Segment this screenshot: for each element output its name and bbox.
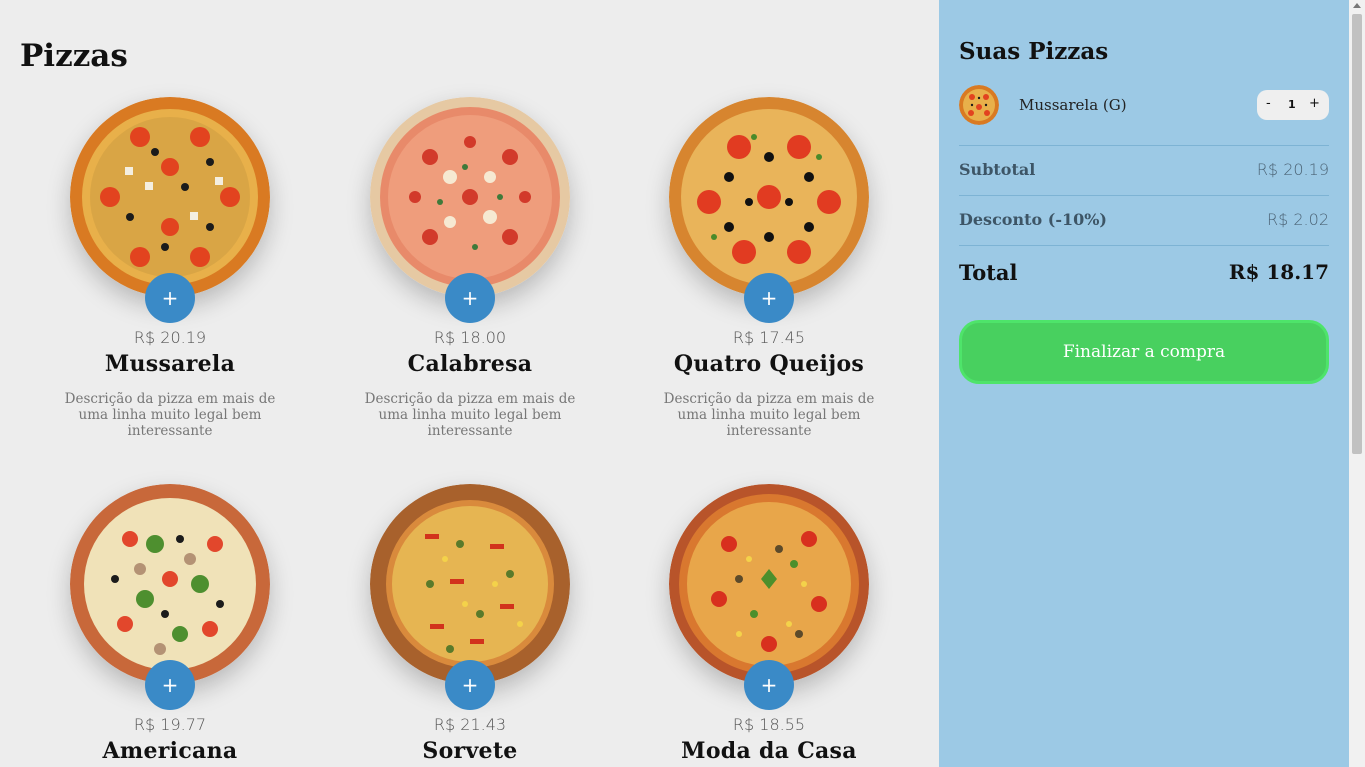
- pizza-price: R$ 20.19: [133, 328, 207, 347]
- pizza-image: [370, 484, 570, 684]
- increase-quantity-button[interactable]: +: [1309, 96, 1320, 111]
- pizza-price: R$ 18.00: [433, 328, 507, 347]
- pizza-card: + R$ 18.55 Moda da Casa: [619, 484, 919, 767]
- subtotal-label: Subtotal: [959, 160, 1036, 179]
- pizza-name: Sorvete: [422, 738, 518, 764]
- page-title: Pizzas: [20, 38, 128, 74]
- pizza-image-wrap: +: [370, 484, 570, 710]
- scroll-up-icon[interactable]: [1353, 3, 1361, 8]
- cart-item: Mussarela (G) - 1 +: [959, 85, 1329, 125]
- pizza-card: + R$ 17.45 Quatro Queijos Descrição da p…: [619, 97, 919, 439]
- add-pizza-button[interactable]: +: [445, 660, 495, 710]
- scrollbar-thumb[interactable]: [1352, 14, 1362, 454]
- pizza-image: [370, 97, 570, 297]
- pizza-menu: Pizzas + R$ 20.19 Mussarela Descrição da…: [0, 0, 939, 767]
- add-pizza-button[interactable]: +: [145, 273, 195, 323]
- pizza-card: + R$ 18.00 Calabresa Descrição da pizza …: [320, 97, 620, 439]
- pizza-description: Descrição da pizza em mais de uma linha …: [364, 391, 576, 439]
- pizza-image: [70, 97, 270, 297]
- quantity-stepper: - 1 +: [1257, 90, 1329, 120]
- add-pizza-button[interactable]: +: [744, 660, 794, 710]
- pizza-name: Americana: [102, 738, 238, 764]
- pizza-price: R$ 17.45: [732, 328, 806, 347]
- pizza-image-wrap: +: [70, 97, 270, 323]
- cart-item-image: [959, 85, 999, 125]
- pizza-image: [669, 97, 869, 297]
- pizza-image: [70, 484, 270, 684]
- scrollbar[interactable]: [1349, 0, 1365, 767]
- subtotal-value: R$ 20.19: [1256, 160, 1329, 179]
- add-pizza-button[interactable]: +: [145, 660, 195, 710]
- pizza-image-wrap: +: [70, 484, 270, 710]
- quantity-value: 1: [1288, 98, 1296, 111]
- pizza-price: R$ 19.77: [133, 715, 207, 734]
- cart-sidebar: Suas Pizzas Mussarela (G) - 1 + Subtotal…: [939, 0, 1349, 767]
- divider: [959, 195, 1329, 196]
- pizza-card: + R$ 19.77 Americana: [20, 484, 320, 767]
- add-pizza-button[interactable]: +: [744, 273, 794, 323]
- pizza-image-wrap: +: [669, 97, 869, 323]
- discount-label: Desconto (-10%): [959, 210, 1107, 229]
- pizza-description: Descrição da pizza em mais de uma linha …: [663, 391, 875, 439]
- pizza-card: + R$ 20.19 Mussarela Descrição da pizza …: [20, 97, 320, 439]
- decrease-quantity-button[interactable]: -: [1266, 96, 1271, 111]
- pizza-price: R$ 21.43: [433, 715, 507, 734]
- pizza-name: Moda da Casa: [681, 738, 857, 764]
- divider: [959, 245, 1329, 246]
- discount-value: R$ 2.02: [1266, 210, 1329, 229]
- pizza-card: + R$ 21.43 Sorvete: [320, 484, 620, 767]
- pizza-image-wrap: +: [370, 97, 570, 323]
- cart-title: Suas Pizzas: [959, 38, 1109, 65]
- pizza-description: Descrição da pizza em mais de uma linha …: [64, 391, 276, 439]
- pizza-price: R$ 18.55: [732, 715, 806, 734]
- pizza-name: Mussarela: [104, 351, 236, 377]
- add-pizza-button[interactable]: +: [445, 273, 495, 323]
- checkout-button[interactable]: Finalizar a compra: [959, 320, 1329, 384]
- total-label: Total: [959, 260, 1018, 285]
- pizza-name: Quatro Queijos: [673, 351, 865, 377]
- pizza-image-wrap: +: [669, 484, 869, 710]
- pizza-name: Calabresa: [407, 351, 533, 377]
- total-value: R$ 18.17: [1228, 260, 1329, 284]
- cart-item-name: Mussarela (G): [1019, 96, 1127, 114]
- divider: [959, 145, 1329, 146]
- pizza-image: [669, 484, 869, 684]
